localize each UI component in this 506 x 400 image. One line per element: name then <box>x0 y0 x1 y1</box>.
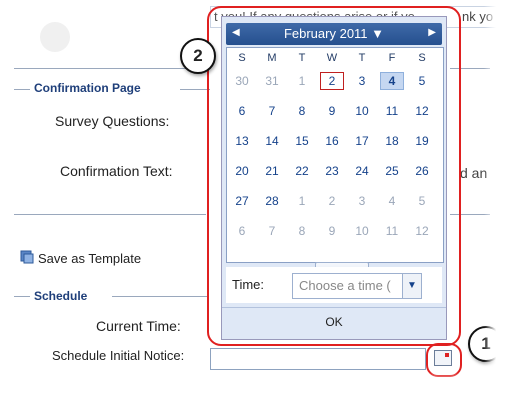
save-template-icon[interactable] <box>20 250 34 264</box>
schedule-rule <box>14 296 30 297</box>
confirmation-underline-right <box>180 89 210 90</box>
divider-mid <box>14 214 206 215</box>
confirmation-rule <box>14 68 204 69</box>
current-time-label: Current Time: <box>96 318 181 334</box>
save-template-link[interactable]: Save as Template <box>38 251 141 266</box>
blurred-circle <box>40 22 70 52</box>
schedule-initial-label: Schedule Initial Notice: <box>52 348 185 363</box>
schedule-section-title: Schedule <box>30 289 92 303</box>
callout-badge-2: 2 <box>180 38 216 74</box>
schedule-rule-right <box>112 296 208 297</box>
schedule-initial-input[interactable] <box>210 348 426 370</box>
torn-edge-right <box>484 0 506 400</box>
confirmation-text-label: Confirmation Text: <box>60 163 173 179</box>
calendar-icon[interactable] <box>434 350 452 366</box>
confirmation-section-title: Confirmation Page <box>30 81 145 95</box>
survey-questions-label: Survey Questions: <box>55 113 170 129</box>
torn-edge-bottom <box>0 372 506 400</box>
callout-outline-2 <box>207 6 461 346</box>
confirmation-underline <box>14 89 30 90</box>
page: t you! If any questions arise or if you … <box>0 0 506 400</box>
